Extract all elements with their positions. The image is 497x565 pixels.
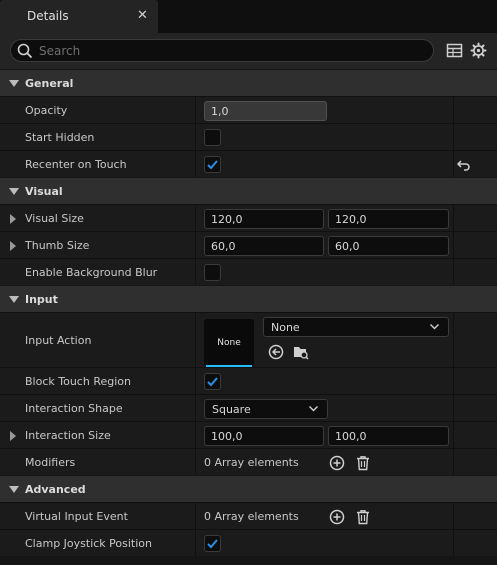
row-enable-background-blur: Enable Background Blur: [0, 258, 497, 285]
table-view-icon[interactable]: [446, 42, 463, 59]
property-label: Recenter on Touch: [25, 158, 127, 171]
chevron-down-icon: [430, 324, 439, 330]
property-label: Input Action: [25, 334, 92, 347]
row-recenter-on-touch: Recenter on Touch: [0, 150, 497, 177]
property-list: General Opacity 1,0 Start Hidden Recente…: [0, 69, 497, 556]
expand-arrow-icon[interactable]: [10, 214, 16, 224]
row-modifiers: Modifiers 0 Array elements: [0, 448, 497, 475]
row-opacity: Opacity 1,0: [0, 96, 497, 123]
dropdown-value: None: [271, 321, 300, 334]
property-label: Opacity: [25, 104, 68, 117]
dropdown-value: Square: [212, 403, 251, 416]
opacity-input[interactable]: 1,0: [204, 101, 327, 121]
property-label: Modifiers: [25, 456, 76, 469]
expand-arrow-icon[interactable]: [10, 241, 16, 251]
checkmark-icon: [207, 539, 218, 549]
delete-elements-icon[interactable]: [355, 509, 371, 525]
collapse-arrow-icon[interactable]: [9, 486, 19, 493]
block-touch-region-checkbox[interactable]: [204, 373, 221, 390]
chevron-down-icon: [309, 406, 318, 412]
search-input[interactable]: [39, 42, 419, 59]
property-label: Start Hidden: [25, 131, 95, 144]
tab-title: Details: [27, 9, 69, 23]
property-label: Interaction Size: [25, 429, 111, 442]
browse-asset-icon[interactable]: [293, 344, 309, 360]
collapse-arrow-icon[interactable]: [9, 296, 19, 303]
collapse-arrow-icon[interactable]: [9, 188, 19, 195]
visual-size-y-input[interactable]: 120,0: [328, 209, 449, 229]
tab-bar: Details ✕: [0, 0, 497, 33]
array-count: 0 Array elements: [204, 456, 299, 469]
delete-elements-icon[interactable]: [355, 455, 371, 471]
enable-background-blur-checkbox[interactable]: [204, 264, 221, 281]
thumb-size-x-input[interactable]: 60,0: [204, 236, 324, 256]
input-action-dropdown[interactable]: None: [263, 317, 449, 337]
expand-arrow-icon[interactable]: [10, 431, 16, 441]
row-block-touch-region: Block Touch Region: [0, 367, 497, 394]
clamp-joystick-position-checkbox[interactable]: [204, 535, 221, 552]
search-icon: [17, 43, 33, 59]
property-label: Interaction Shape: [25, 402, 123, 415]
interaction-shape-dropdown[interactable]: Square: [204, 399, 328, 419]
thumb-size-y-input[interactable]: 60,0: [328, 236, 449, 256]
interaction-size-y-input[interactable]: 100,0: [328, 426, 449, 446]
row-thumb-size: Thumb Size 60,0 60,0: [0, 231, 497, 258]
reset-arrow-icon[interactable]: [456, 157, 472, 173]
interaction-size-x-input[interactable]: 100,0: [204, 426, 324, 446]
add-element-icon[interactable]: [329, 455, 345, 471]
category-title: Input: [25, 293, 58, 306]
row-interaction-size: Interaction Size 100,0 100,0: [0, 421, 497, 448]
checkmark-icon: [207, 377, 218, 387]
category-title: General: [25, 77, 74, 90]
use-selected-icon[interactable]: [268, 344, 284, 360]
row-virtual-input-event: Virtual Input Event 0 Array elements: [0, 502, 497, 529]
property-label: Visual Size: [25, 212, 84, 225]
row-start-hidden: Start Hidden: [0, 123, 497, 150]
property-label: Block Touch Region: [25, 375, 131, 388]
checkmark-icon: [207, 160, 218, 170]
category-general[interactable]: General: [0, 69, 497, 96]
property-label: Virtual Input Event: [25, 510, 128, 523]
asset-thumbnail[interactable]: None: [204, 319, 254, 367]
close-icon[interactable]: ✕: [137, 8, 148, 23]
property-label: Thumb Size: [25, 239, 90, 252]
category-visual[interactable]: Visual: [0, 177, 497, 204]
row-visual-size: Visual Size 120,0 120,0: [0, 204, 497, 231]
row-interaction-shape: Interaction Shape Square: [0, 394, 497, 421]
property-label: Clamp Joystick Position: [25, 537, 152, 550]
search-box[interactable]: [10, 39, 434, 62]
category-title: Advanced: [25, 483, 86, 496]
settings-gear-icon[interactable]: [470, 42, 487, 59]
details-toolbar: [0, 33, 497, 69]
start-hidden-checkbox[interactable]: [204, 129, 221, 146]
row-clamp-joystick-position: Clamp Joystick Position: [0, 529, 497, 556]
category-input[interactable]: Input: [0, 285, 497, 312]
add-element-icon[interactable]: [329, 509, 345, 525]
row-input-action: Input Action None None: [0, 312, 497, 367]
array-count: 0 Array elements: [204, 510, 299, 523]
collapse-arrow-icon[interactable]: [9, 80, 19, 87]
recenter-on-touch-checkbox[interactable]: [204, 156, 221, 173]
category-title: Visual: [25, 185, 63, 198]
category-advanced[interactable]: Advanced: [0, 475, 497, 502]
thumbnail-label: None: [217, 338, 241, 348]
property-label: Enable Background Blur: [25, 266, 158, 279]
visual-size-x-input[interactable]: 120,0: [204, 209, 324, 229]
tab-details[interactable]: Details ✕: [0, 0, 158, 33]
